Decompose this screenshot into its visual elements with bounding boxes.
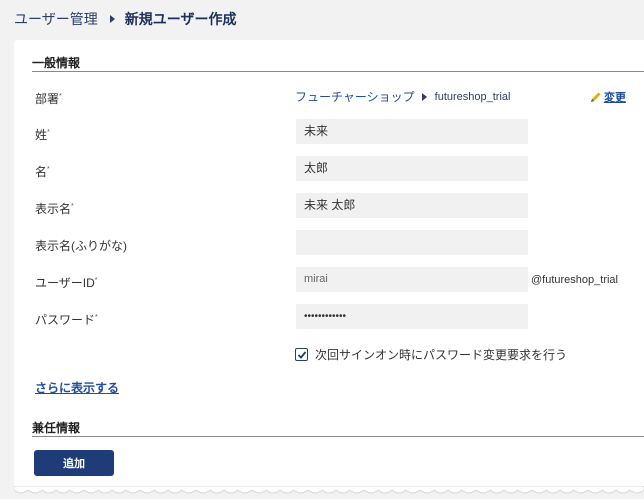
add-button[interactable]: 追加 [34,450,114,476]
breadcrumb-current: 新規ユーザー作成 [124,11,237,27]
show-more-link[interactable]: さらに表示する [35,379,119,396]
require-password-change-label[interactable]: 次回サインオン時にパスワード変更要求を行う [315,346,567,363]
password-label: パスワード* [35,313,98,327]
display-name-kana-label: 表示名(ふりがな) [35,239,127,253]
display-name-label: 表示名* [35,202,74,216]
breadcrumb: ユーザー管理 新規ユーザー作成 [14,9,236,29]
breadcrumb-arrow-icon [109,15,115,23]
section-divider [32,436,644,437]
department-label: 部署* [35,92,62,106]
department-code: futureshop_trial [434,90,511,103]
first-name-label: 名* [35,165,50,179]
last-name-field[interactable]: 未来 [296,119,528,144]
require-password-change-row[interactable]: 次回サインオン時にパスワード変更要求を行う [295,346,567,363]
torn-edge [14,486,644,499]
pencil-icon [590,91,602,103]
user-id-field[interactable]: mirai [296,267,528,292]
department-arrow-icon [421,92,427,101]
change-department-button[interactable]: 変更 [590,89,626,105]
last-name-label: 姓* [35,128,50,142]
display-name-field[interactable]: 未来 太郎 [296,193,528,218]
department-shop[interactable]: フューチャーショップ [295,88,415,105]
section-title-general: 一般情報 [32,56,81,70]
change-label[interactable]: 変更 [604,89,626,105]
user-id-suffix: @futureshop_trial [531,274,618,286]
section-divider [32,71,644,72]
section-title-concurrent: 兼任情報 [32,421,81,435]
form-card: 一般情報 部署* フューチャーショップ futureshop_trial 変更 … [14,40,644,499]
user-id-label: ユーザーID* [35,276,98,290]
first-name-field[interactable]: 太郎 [296,156,528,181]
department-path: フューチャーショップ futureshop_trial [295,88,510,105]
check-icon [297,350,306,359]
display-name-kana-field[interactable] [296,230,528,255]
require-password-change-checkbox[interactable] [295,348,308,361]
breadcrumb-root[interactable]: ユーザー管理 [14,9,98,29]
password-field[interactable]: •••••••••••• [296,304,528,329]
